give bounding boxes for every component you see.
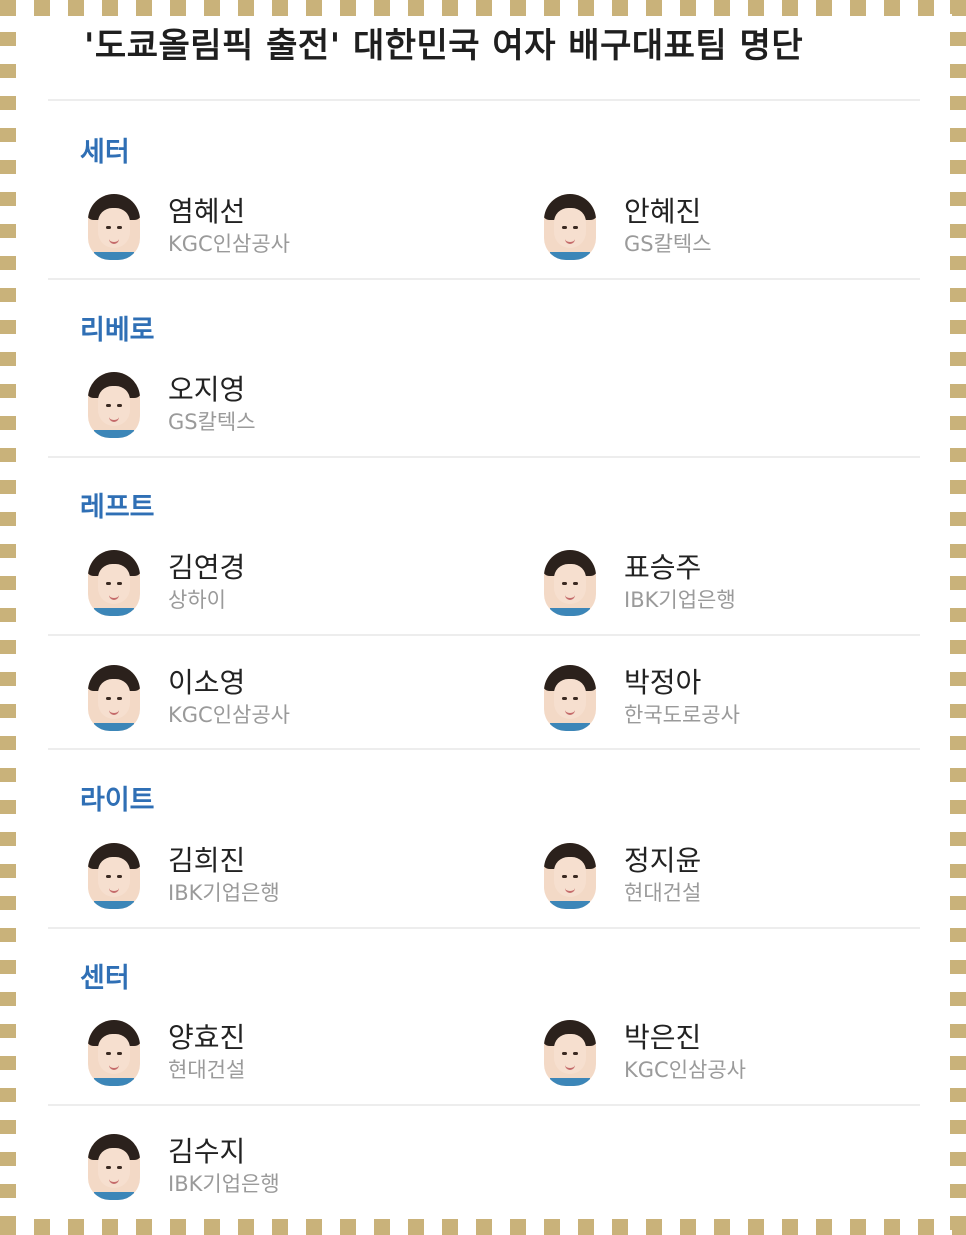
player-card[interactable]: 박은진 KGC인삼공사: [504, 1016, 884, 1092]
section-title-center: 센터: [80, 963, 130, 994]
player-name: 이소영: [168, 666, 246, 699]
player-team: KGC인삼공사: [624, 1058, 746, 1082]
player-team: 현대건설: [168, 1058, 246, 1082]
player-card[interactable]: 박정아 한국도로공사: [504, 661, 884, 737]
player-card[interactable]: 김연경 상하이: [48, 546, 428, 622]
player-team: GS칼텍스: [624, 232, 712, 256]
player-team: GS칼텍스: [168, 410, 256, 434]
player-card[interactable]: 표승주 IBK기업은행: [504, 546, 884, 622]
frame-left-border: [0, 0, 16, 1235]
player-team: 현대건설: [624, 881, 702, 905]
player-name: 정지윤: [624, 844, 702, 877]
player-card[interactable]: 안혜진 GS칼텍스: [504, 190, 884, 266]
page-title: '도쿄올림픽 출전' 대한민국 여자 배구대표팀 명단: [84, 26, 804, 66]
player-card[interactable]: 김희진 IBK기업은행: [48, 839, 428, 915]
player-photo: [544, 1020, 596, 1086]
player-photo: [544, 550, 596, 616]
player-card[interactable]: 염혜선 KGC인삼공사: [48, 190, 428, 266]
frame-right-border: [950, 0, 966, 1235]
frame-top-border: [0, 0, 966, 16]
player-photo: [88, 1020, 140, 1086]
player-photo: [544, 194, 596, 260]
player-name: 양효진: [168, 1021, 246, 1054]
player-name: 박은진: [624, 1021, 702, 1054]
player-name: 김수지: [168, 1135, 246, 1168]
player-photo: [88, 843, 140, 909]
player-team: KGC인삼공사: [168, 232, 290, 256]
player-photo: [88, 665, 140, 731]
player-name: 김희진: [168, 844, 246, 877]
player-name: 염혜선: [168, 195, 246, 228]
player-photo: [544, 665, 596, 731]
player-team: 상하이: [168, 588, 226, 612]
section-title-left: 레프트: [80, 492, 155, 523]
divider: [48, 278, 920, 280]
player-photo: [544, 843, 596, 909]
section-title-right: 라이트: [80, 785, 155, 816]
player-photo: [88, 372, 140, 438]
player-name: 김연경: [168, 551, 246, 584]
player-photo: [88, 1134, 140, 1200]
divider: [48, 1104, 920, 1106]
divider: [48, 456, 920, 458]
divider: [48, 634, 920, 636]
divider: [48, 927, 920, 929]
player-name: 표승주: [624, 551, 702, 584]
player-team: IBK기업은행: [624, 588, 736, 612]
frame-bottom-border: [0, 1219, 966, 1235]
player-card[interactable]: 오지영 GS칼텍스: [48, 368, 428, 444]
player-photo: [88, 550, 140, 616]
player-name: 박정아: [624, 666, 702, 699]
section-title-libero: 리베로: [80, 315, 155, 346]
player-name: 오지영: [168, 373, 246, 406]
player-photo: [88, 194, 140, 260]
player-card[interactable]: 양효진 현대건설: [48, 1016, 428, 1092]
player-team: 한국도로공사: [624, 703, 740, 727]
divider: [48, 748, 920, 750]
player-card[interactable]: 정지윤 현대건설: [504, 839, 884, 915]
player-card[interactable]: 이소영 KGC인삼공사: [48, 661, 428, 737]
player-card[interactable]: 김수지 IBK기업은행: [48, 1130, 428, 1206]
divider: [48, 99, 920, 101]
player-team: KGC인삼공사: [168, 703, 290, 727]
player-name: 안혜진: [624, 195, 702, 228]
player-team: IBK기업은행: [168, 1172, 280, 1196]
player-team: IBK기업은행: [168, 881, 280, 905]
section-title-setter: 세터: [80, 137, 130, 168]
